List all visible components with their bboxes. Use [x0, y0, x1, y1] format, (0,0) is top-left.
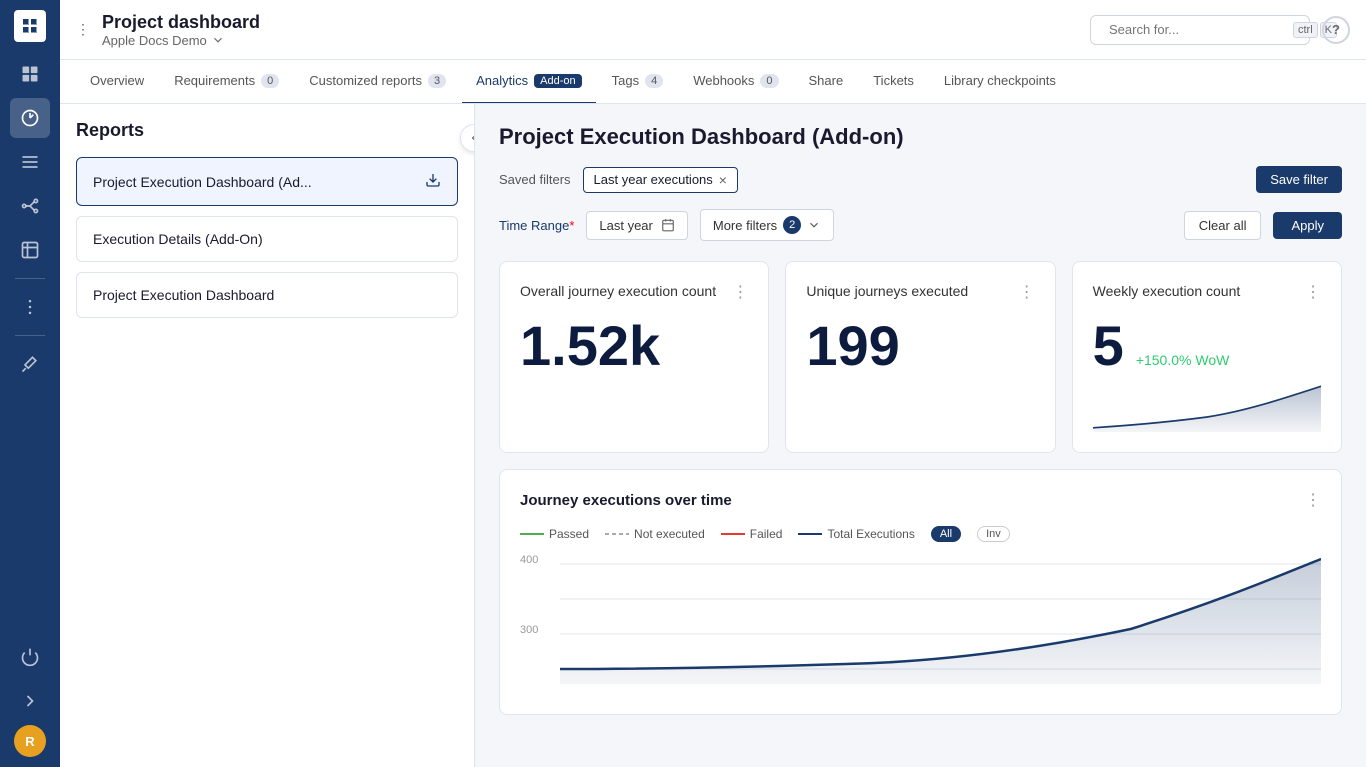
metrics-grid: Overall journey execution count ⋮ 1.52k … [499, 261, 1342, 453]
navigation-tabs: Overview Requirements 0 Customized repor… [60, 60, 1366, 104]
tab-tags[interactable]: Tags 4 [598, 60, 678, 104]
metric-sub-2: +150.0% WoW [1136, 352, 1230, 368]
tab-webhooks[interactable]: Webhooks 0 [679, 60, 792, 104]
tab-overview[interactable]: Overview [76, 60, 158, 104]
sidebar-icon-test[interactable] [10, 230, 50, 270]
sidebar-bottom: R [10, 637, 50, 757]
report-item-2[interactable]: Project Execution Dashboard [76, 272, 458, 318]
help-button[interactable]: ? [1322, 16, 1350, 44]
journey-chart-title: Journey executions over time [520, 492, 732, 509]
legend-not-executed: Not executed [605, 527, 705, 541]
more-filters-badge: 2 [783, 216, 801, 234]
time-range-label: Time Range* [499, 218, 574, 233]
tab-tickets[interactable]: Tickets [859, 60, 928, 104]
user-avatar[interactable]: R [14, 725, 46, 757]
metric-kebab-0[interactable]: ⋮ [732, 282, 748, 302]
chevron-down-icon [807, 218, 821, 232]
metric-card-title-1: Unique journeys executed [806, 282, 968, 302]
metric-card-title-2: Weekly execution count [1093, 282, 1241, 302]
sidebar-icon-analytics[interactable] [10, 98, 50, 138]
metric-card-1: Unique journeys executed ⋮ 199 [785, 261, 1055, 453]
metric-mini-chart [1093, 382, 1321, 432]
save-filter-button[interactable]: Save filter [1256, 166, 1342, 193]
page-title: Project dashboard [102, 12, 260, 33]
journey-chart-kebab[interactable]: ⋮ [1305, 490, 1321, 510]
reports-sidebar: Reports Project Execution Dashboard (Ad.… [60, 104, 475, 767]
journey-chart-header: Journey executions over time ⋮ [520, 490, 1321, 510]
app-logo[interactable] [14, 10, 46, 42]
journey-chart-area: 400 300 [520, 554, 1321, 694]
reports-sidebar-title: Reports [76, 120, 458, 141]
sidebar-divider-2 [15, 335, 45, 336]
top-header: ⋮ Project dashboard Apple Docs Demo ctrl… [60, 0, 1366, 60]
sidebar-icon-power[interactable] [10, 637, 50, 677]
chart-y-labels: 400 300 [520, 554, 555, 694]
tab-analytics[interactable]: Analytics Add-on [462, 60, 596, 104]
metric-kebab-1[interactable]: ⋮ [1019, 282, 1035, 302]
tab-requirements[interactable]: Requirements 0 [160, 60, 293, 104]
content-area: Reports Project Execution Dashboard (Ad.… [60, 104, 1366, 767]
tab-library-checkpoints[interactable]: Library checkpoints [930, 60, 1070, 104]
toggle-inv[interactable]: Inv [977, 526, 1010, 542]
more-filters-button[interactable]: More filters 2 [700, 209, 834, 241]
global-search[interactable]: ctrl K [1090, 15, 1310, 45]
legend-total-executions: Total Executions [798, 527, 914, 541]
header-title-block: Project dashboard Apple Docs Demo [102, 12, 260, 48]
metric-card-header-2: Weekly execution count ⋮ [1093, 282, 1321, 302]
download-icon-0[interactable] [425, 172, 441, 191]
saved-filter-chip[interactable]: Last year executions × [583, 167, 738, 193]
dashboard-main: Project Execution Dashboard (Add-on) Sav… [475, 104, 1366, 767]
sidebar-icon-more[interactable] [10, 287, 50, 327]
metric-card-0: Overall journey execution count ⋮ 1.52k [499, 261, 769, 453]
tab-customized-reports[interactable]: Customized reports 3 [295, 60, 460, 104]
sidebar-icon-expand[interactable] [10, 681, 50, 721]
calendar-icon [661, 218, 675, 232]
time-range-select[interactable]: Last year [586, 211, 687, 240]
metric-card-header-1: Unique journeys executed ⋮ [806, 282, 1034, 302]
collapse-sidebar-button[interactable] [460, 124, 475, 152]
main-sidebar: R [0, 0, 60, 767]
sidebar-icon-flow[interactable] [10, 186, 50, 226]
sidebar-icon-dashboard[interactable] [10, 54, 50, 94]
project-subtitle[interactable]: Apple Docs Demo [102, 33, 260, 48]
metric-kebab-2[interactable]: ⋮ [1305, 282, 1321, 302]
toggle-all[interactable]: All [931, 526, 961, 542]
legend-failed: Failed [721, 527, 783, 541]
header-kebab-menu[interactable]: ⋮ [76, 21, 90, 38]
tab-share[interactable]: Share [795, 60, 858, 104]
dashboard-header: Project Execution Dashboard (Add-on) Sav… [499, 124, 1342, 241]
saved-filters-label: Saved filters [499, 172, 571, 187]
search-input[interactable] [1109, 22, 1285, 37]
metric-value-2: 5 [1093, 318, 1124, 374]
main-content: ⋮ Project dashboard Apple Docs Demo ctrl… [60, 0, 1366, 767]
metric-card-2: Weekly execution count ⋮ 5 +150.0% WoW [1072, 261, 1342, 453]
metric-value-1: 199 [806, 318, 1034, 374]
report-item-0[interactable]: Project Execution Dashboard (Ad... [76, 157, 458, 206]
filter-chip-remove[interactable]: × [719, 172, 727, 188]
metric-card-header-0: Overall journey execution count ⋮ [520, 282, 748, 302]
legend-passed: Passed [520, 527, 589, 541]
saved-filters-row: Saved filters Last year executions × Sav… [499, 166, 1342, 193]
sidebar-divider-1 [15, 278, 45, 279]
journey-chart-plot [560, 554, 1321, 694]
sidebar-icon-list[interactable] [10, 142, 50, 182]
chart-legend: Passed Not executed Failed Total Executi… [520, 526, 1321, 542]
sidebar-icon-magic[interactable] [10, 344, 50, 384]
journey-chart-card: Journey executions over time ⋮ Passed No… [499, 469, 1342, 715]
report-item-1[interactable]: Execution Details (Add-On) [76, 216, 458, 262]
metric-card-title-0: Overall journey execution count [520, 282, 716, 302]
apply-button[interactable]: Apply [1273, 212, 1342, 239]
metric-value-0: 1.52k [520, 318, 748, 374]
dashboard-title: Project Execution Dashboard (Add-on) [499, 124, 1342, 150]
time-range-row: Time Range* Last year More filters 2 Cle… [499, 209, 1342, 241]
clear-all-button[interactable]: Clear all [1184, 211, 1262, 240]
